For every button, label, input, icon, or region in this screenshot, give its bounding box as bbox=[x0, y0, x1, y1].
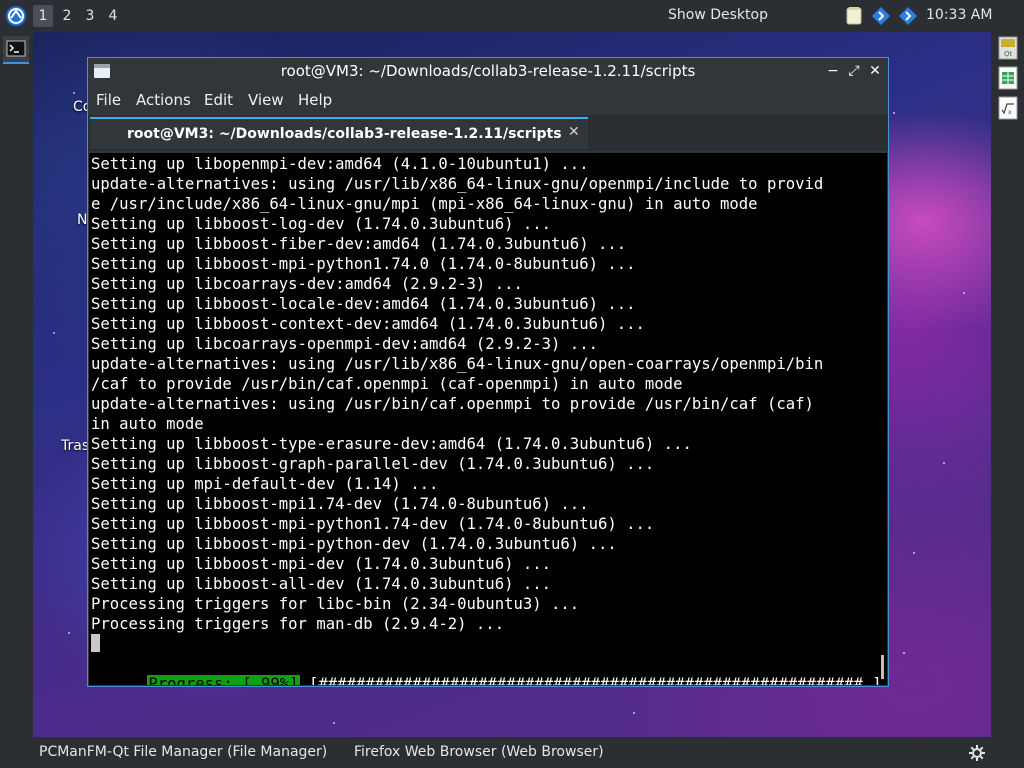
terminal-line: in auto mode bbox=[91, 415, 204, 433]
left-dock bbox=[0, 32, 33, 737]
progress-bar: [#######################################… bbox=[308, 675, 882, 685]
terminal-line: Setting up libboost-mpi-dev (1.74.0.3ubu… bbox=[91, 555, 552, 573]
terminal-line: Setting up libopenmpi-dev:amd64 (4.1.0-1… bbox=[91, 155, 589, 173]
menubar: File Actions Edit View Help bbox=[88, 85, 888, 114]
terminal-line: Setting up libboost-context-dev:amd64 (1… bbox=[91, 315, 645, 333]
clock[interactable]: 10:33 AM bbox=[926, 7, 992, 23]
menu-view[interactable]: View bbox=[248, 91, 284, 109]
progress-row: Progress: [ 99%] [######################… bbox=[91, 654, 882, 685]
network-diamond-icon[interactable] bbox=[871, 6, 891, 26]
terminal-window: root@VM3: ~/Downloads/collab3-release-1.… bbox=[87, 57, 889, 687]
maximize-button[interactable]: ⤢ bbox=[846, 63, 862, 79]
terminal-line: Setting up libboost-graph-parallel-dev (… bbox=[91, 455, 655, 473]
window-titlebar[interactable]: root@VM3: ~/Downloads/collab3-release-1.… bbox=[88, 58, 888, 85]
terminal-line: Setting up libboost-mpi-python1.74-dev (… bbox=[91, 515, 655, 533]
terminal-cursor bbox=[91, 634, 100, 652]
progress-label: Progress: [ 99%] bbox=[147, 675, 300, 685]
bottom-taskbar: PCManFM-Qt File Manager (File Manager) F… bbox=[0, 737, 1024, 768]
tab-close-icon[interactable]: ✕ bbox=[568, 124, 580, 140]
terminal-scrollbar[interactable] bbox=[881, 655, 884, 679]
qt-icon[interactable]: Qt bbox=[998, 36, 1018, 60]
terminal-line: Setting up libcoarrays-dev:amd64 (2.9.2-… bbox=[91, 275, 523, 293]
menu-help[interactable]: Help bbox=[298, 91, 332, 109]
terminal-line: Setting up libboost-type-erasure-dev:amd… bbox=[91, 435, 692, 453]
show-desktop-button[interactable]: Show Desktop bbox=[668, 7, 768, 23]
svg-text:Qt: Qt bbox=[1004, 50, 1013, 58]
tab-label: root@VM3: ~/Downloads/collab3-release-1.… bbox=[127, 126, 562, 142]
window-title: root@VM3: ~/Downloads/collab3-release-1.… bbox=[280, 62, 696, 80]
workspace-3-button[interactable]: 3 bbox=[80, 5, 100, 27]
terminal-line: update-alternatives: using /usr/lib/x86_… bbox=[91, 175, 824, 193]
workspace-4-button[interactable]: 4 bbox=[103, 5, 123, 27]
notes-icon[interactable] bbox=[844, 6, 864, 26]
terminal-tab[interactable]: root@VM3: ~/Downloads/collab3-release-1.… bbox=[90, 117, 588, 149]
right-dock: Qt x bbox=[991, 32, 1024, 737]
terminal-line: Setting up libcoarrays-openmpi-dev:amd64… bbox=[91, 335, 598, 353]
terminal-line: Setting up libboost-mpi1.74-dev (1.74.0-… bbox=[91, 495, 589, 513]
terminal-line: Setting up libboost-locale-dev:amd64 (1.… bbox=[91, 295, 636, 313]
terminal-line: Setting up libboost-log-dev (1.74.0.3ubu… bbox=[91, 215, 552, 233]
terminal-line: update-alternatives: using /usr/bin/caf.… bbox=[91, 395, 814, 413]
menu-actions[interactable]: Actions bbox=[136, 91, 191, 109]
taskbar-item-firefox[interactable]: Firefox Web Browser (Web Browser) bbox=[354, 744, 604, 760]
gear-icon[interactable] bbox=[968, 744, 986, 762]
terminal-lines: Setting up libopenmpi-dev:amd64 (4.1.0-1… bbox=[91, 154, 823, 634]
tab-bar: root@VM3: ~/Downloads/collab3-release-1.… bbox=[88, 115, 888, 151]
terminal-line: Setting up libboost-mpi-python1.74.0 (1.… bbox=[91, 255, 636, 273]
terminal-icon[interactable] bbox=[3, 36, 29, 64]
terminal-line: Setting up libboost-all-dev (1.74.0.3ubu… bbox=[91, 575, 552, 593]
terminal-line: e /usr/include/x86_64-linux-gnu/mpi (mpi… bbox=[91, 195, 758, 213]
terminal-line: Processing triggers for man-db (2.9.4-2)… bbox=[91, 615, 505, 633]
terminal-line: Processing triggers for libc-bin (2.34-0… bbox=[91, 595, 580, 613]
terminal-output[interactable]: Setting up libopenmpi-dev:amd64 (4.1.0-1… bbox=[89, 153, 887, 685]
terminal-line: Setting up libboost-mpi-python-dev (1.74… bbox=[91, 535, 617, 553]
close-button[interactable]: ✕ bbox=[867, 63, 883, 79]
terminal-line: Setting up libboost-fiber-dev:amd64 (1.7… bbox=[91, 235, 627, 253]
terminal-line: /caf to provide /usr/bin/caf.openmpi (ca… bbox=[91, 375, 683, 393]
terminal-line: Setting up mpi-default-dev (1.14) ... bbox=[91, 475, 439, 493]
lubuntu-logo-icon[interactable] bbox=[4, 4, 28, 28]
workspace-1-button[interactable]: 1 bbox=[33, 5, 53, 27]
terminal-line: update-alternatives: using /usr/lib/x86_… bbox=[91, 355, 824, 373]
taskbar-item-file-manager[interactable]: PCManFM-Qt File Manager (File Manager) bbox=[39, 744, 327, 760]
minimize-button[interactable]: − bbox=[825, 63, 841, 79]
menu-file[interactable]: File bbox=[96, 91, 121, 109]
network-diamond-icon[interactable] bbox=[898, 6, 918, 26]
menu-edit[interactable]: Edit bbox=[204, 91, 233, 109]
desktop-icon-label-trash[interactable]: Tras bbox=[61, 438, 89, 454]
desktop-icon-label-network[interactable]: N bbox=[77, 212, 87, 228]
spreadsheet-icon[interactable] bbox=[998, 66, 1018, 90]
svg-text:x: x bbox=[1008, 109, 1012, 116]
math-formula-icon[interactable]: x bbox=[998, 96, 1018, 120]
top-panel: 1 2 3 4 Show Desktop 10:33 AM bbox=[0, 0, 1024, 32]
workspace-2-button[interactable]: 2 bbox=[57, 5, 77, 27]
